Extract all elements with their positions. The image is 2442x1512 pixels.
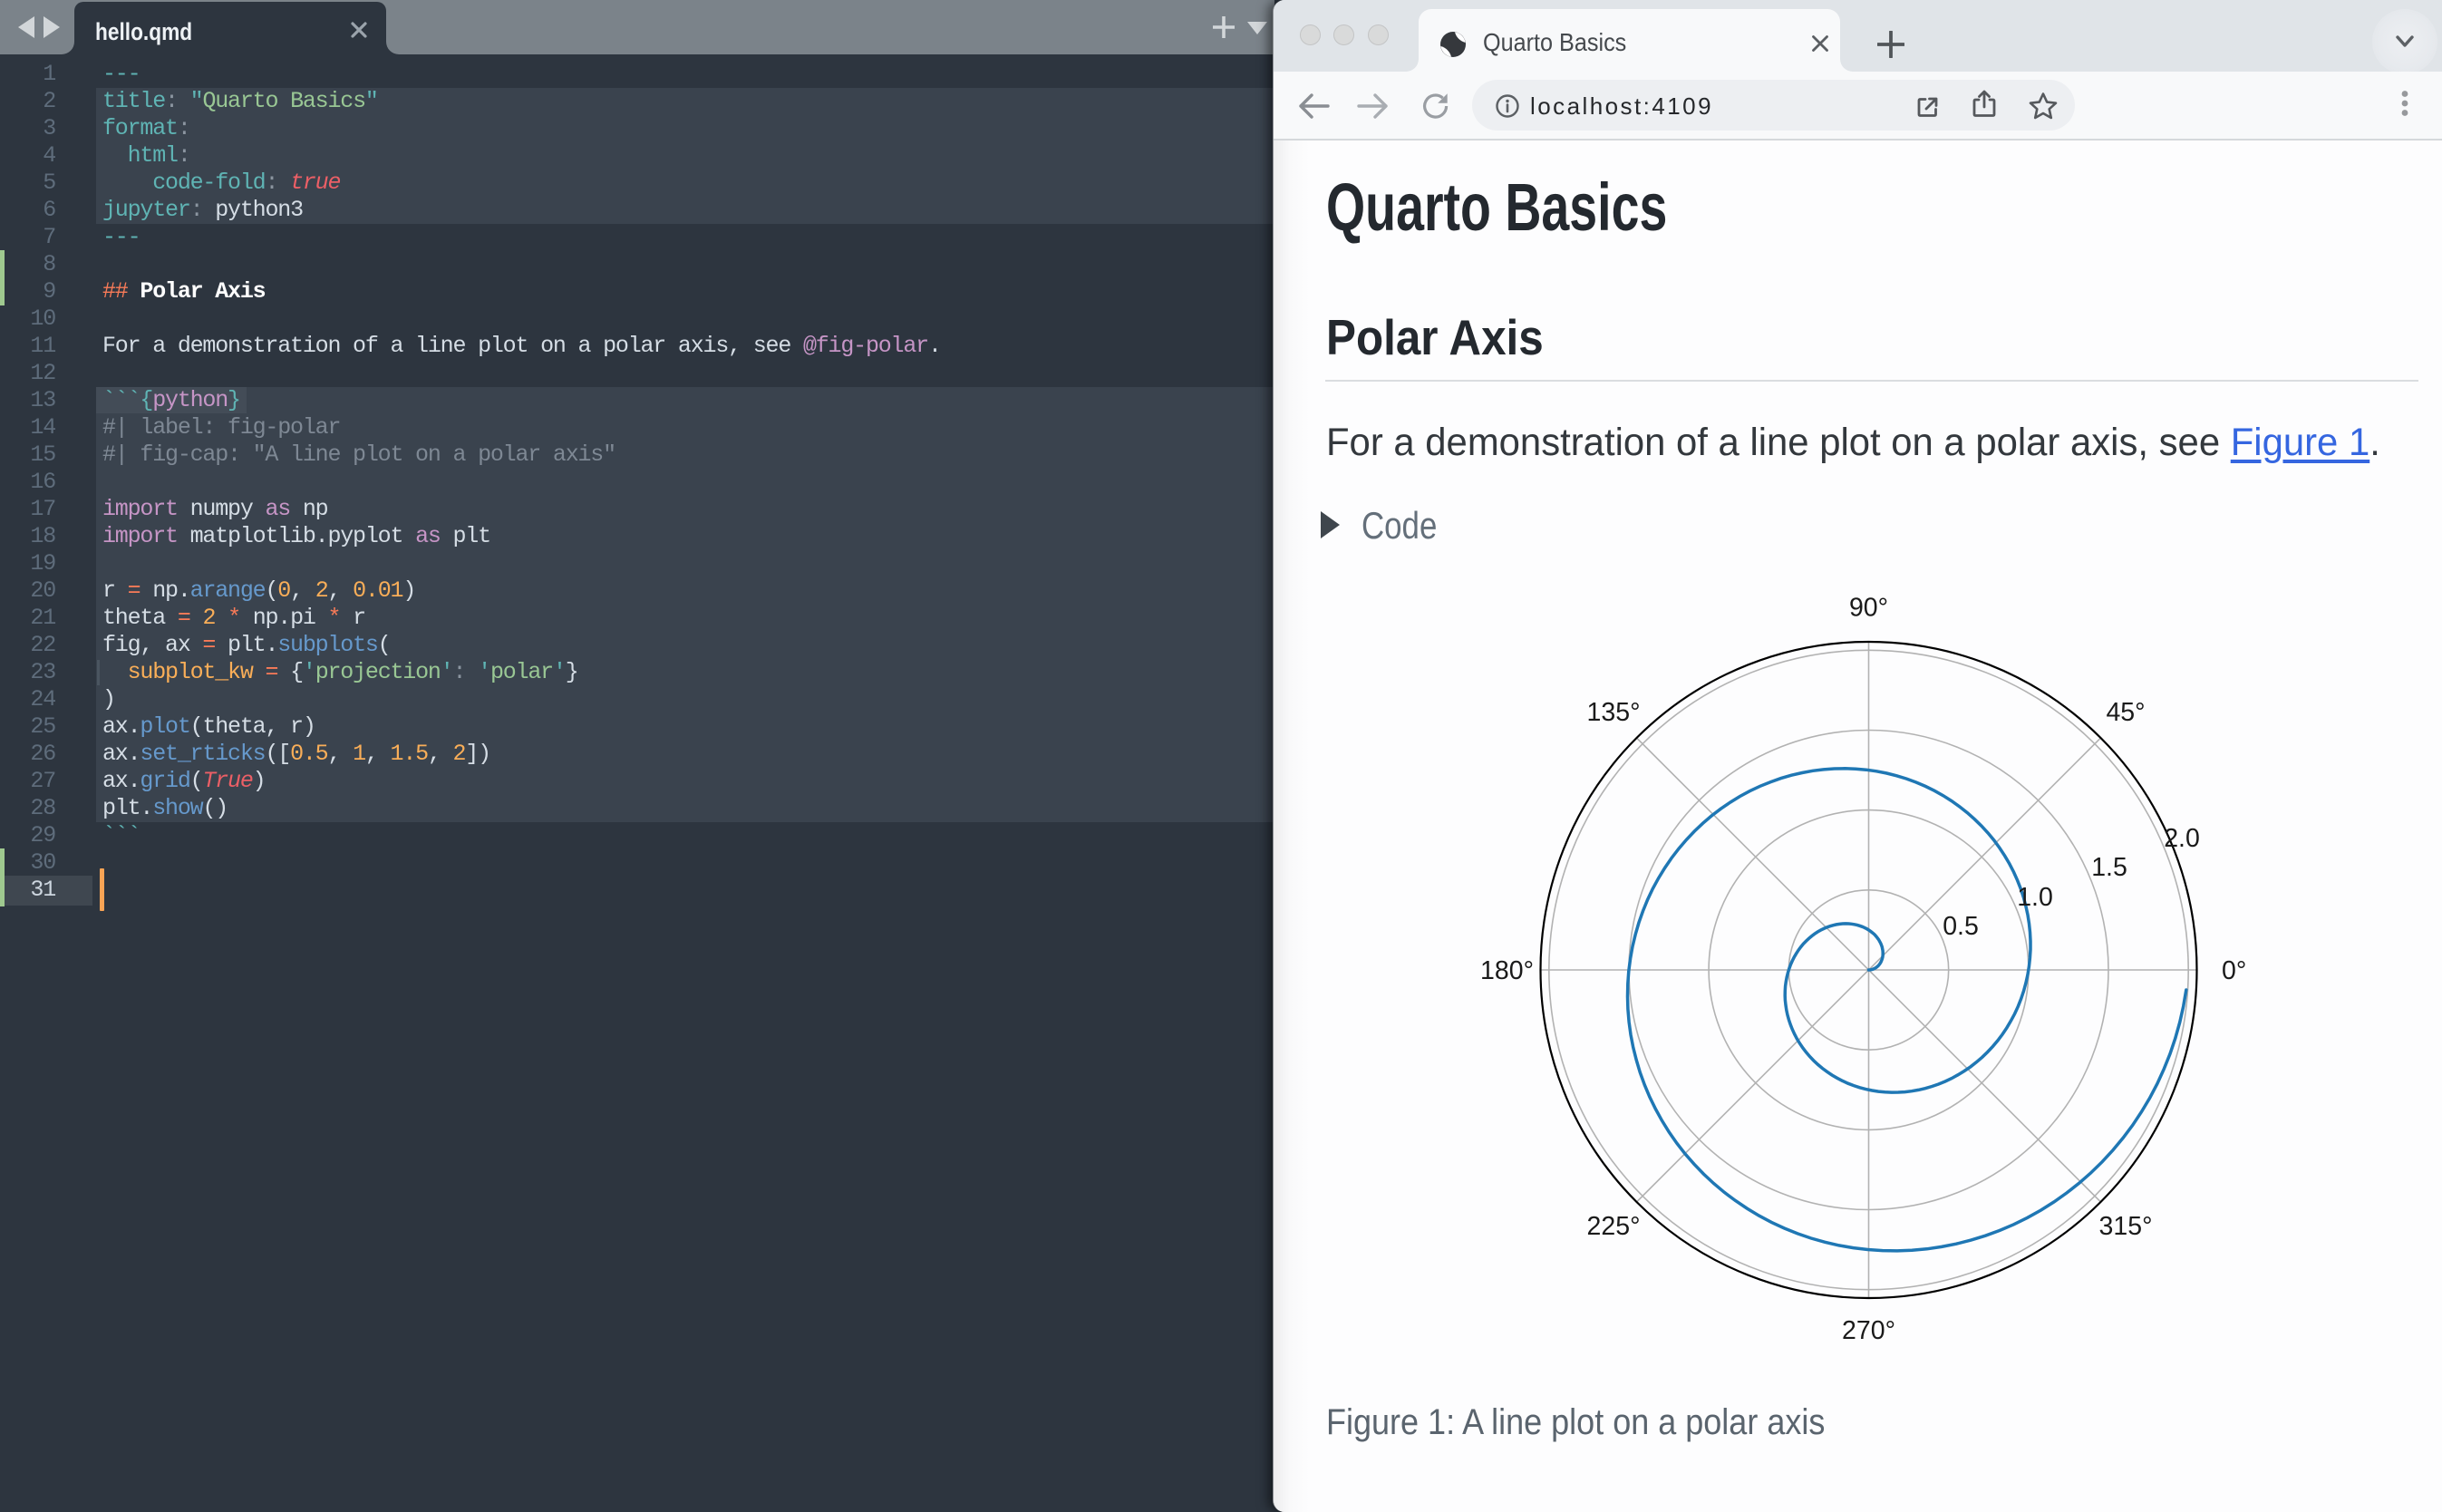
svg-text:135°: 135° — [1587, 698, 1641, 727]
svg-text:0°: 0° — [2222, 956, 2246, 985]
svg-text:1.5: 1.5 — [2091, 853, 2127, 882]
svg-text:180°: 180° — [1480, 956, 1534, 985]
svg-text:315°: 315° — [2099, 1212, 2153, 1241]
svg-text:1.0: 1.0 — [2017, 883, 2053, 912]
svg-text:225°: 225° — [1587, 1212, 1641, 1241]
svg-text:45°: 45° — [2106, 698, 2145, 727]
svg-text:90°: 90° — [1849, 593, 1888, 622]
svg-text:2.0: 2.0 — [2164, 824, 2200, 853]
svg-text:0.5: 0.5 — [1943, 912, 1979, 941]
svg-text:270°: 270° — [1842, 1316, 1895, 1345]
